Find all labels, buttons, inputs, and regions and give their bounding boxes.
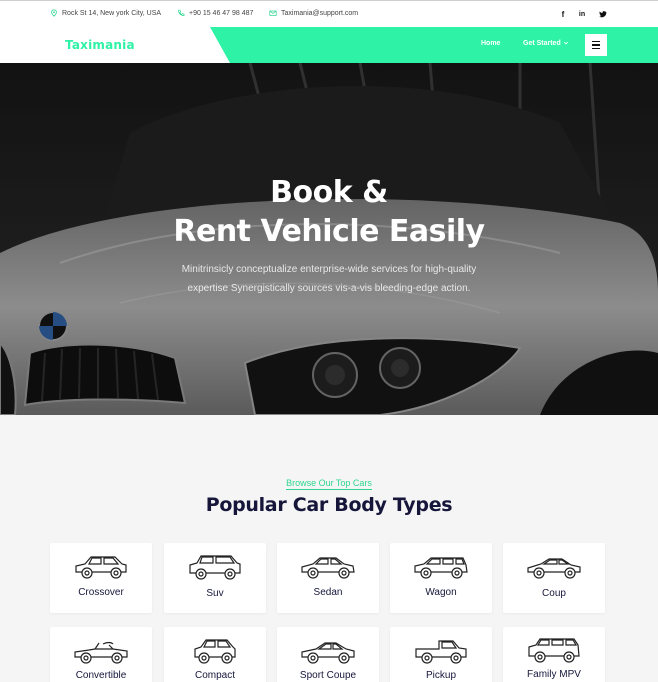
- sport-coupe-car-icon: [301, 642, 355, 664]
- linkedin-icon[interactable]: in: [576, 8, 588, 20]
- coupe-car-icon: [527, 558, 581, 579]
- car-type-card-compact[interactable]: Compact: [164, 627, 266, 682]
- wagon-car-icon: [414, 557, 468, 579]
- crossover-car-icon: [75, 556, 127, 579]
- facebook-icon[interactable]: f: [557, 8, 569, 20]
- card-label: Crossover: [78, 587, 124, 598]
- hero-banner: Book & Rent Vehicle Easily Minitrinsicly…: [0, 63, 658, 415]
- hero-subtitle-line2: expertise Synergistically sources vis-a-…: [187, 283, 471, 294]
- hero-subtitle-line1: Minitrinsicly conceptualize enterprise-w…: [181, 264, 477, 275]
- sedan-car-icon: [301, 557, 355, 579]
- phone-text: +90 15 46 47 98 487: [189, 9, 254, 17]
- convertible-car-icon: [74, 641, 128, 664]
- nav-get-started-label: Get Started: [523, 40, 561, 47]
- card-label: Pickup: [425, 670, 456, 681]
- car-type-card-sedan[interactable]: Sedan: [277, 543, 379, 613]
- email-text: Taximania@support.com: [281, 9, 359, 17]
- top-info-bar: Rock St 14, New york City, USA +90 15 46…: [0, 0, 658, 27]
- section-eyebrow: Browse Our Top Cars: [286, 478, 372, 490]
- nav-get-started[interactable]: Get Started: [523, 40, 569, 47]
- card-label: Suv: [206, 588, 224, 599]
- card-label: Sedan: [313, 587, 343, 598]
- car-type-card-coup[interactable]: Coup: [503, 543, 605, 613]
- hamburger-menu-icon[interactable]: [585, 34, 607, 56]
- site-logo[interactable]: Taximania: [65, 38, 135, 52]
- address-info: Rock St 14, New york City, USA: [50, 9, 161, 17]
- card-label: Convertible: [75, 670, 127, 681]
- phone-info[interactable]: +90 15 46 47 98 487: [177, 9, 253, 17]
- location-pin-icon: [51, 9, 57, 17]
- envelope-icon: [269, 10, 277, 16]
- card-label: Wagon: [425, 587, 457, 598]
- car-type-card-family-mpv[interactable]: Family MPV: [503, 627, 605, 682]
- family-mpv-car-icon: [528, 638, 580, 663]
- main-header: Taximania Home Get Started: [0, 27, 658, 63]
- car-type-card-pickup[interactable]: Pickup: [390, 627, 492, 682]
- car-type-card-crossover[interactable]: Crossover: [50, 543, 152, 613]
- phone-icon: [178, 9, 185, 16]
- car-type-card-convertible[interactable]: Convertible: [50, 627, 152, 682]
- address-text: Rock St 14, New york City, USA: [62, 9, 162, 17]
- chevron-down-icon: [563, 41, 568, 45]
- section-title: Popular Car Body Types: [205, 494, 453, 516]
- car-type-card-sport-coupe[interactable]: Sport Coupe: [277, 627, 379, 682]
- suv-car-icon: [189, 555, 241, 580]
- hero-title-line1: Book &: [270, 175, 388, 210]
- nav-home[interactable]: Home: [481, 40, 500, 47]
- hero-title-line2: Rent Vehicle Easily: [173, 214, 485, 249]
- car-type-card-suv[interactable]: Suv: [164, 543, 266, 613]
- card-label: Sport Coupe: [299, 670, 357, 681]
- twitter-icon[interactable]: [597, 8, 609, 20]
- card-label: Compact: [194, 670, 235, 681]
- card-label: Coup: [542, 588, 566, 599]
- car-type-card-wagon[interactable]: Wagon: [390, 543, 492, 613]
- pickup-truck-icon: [415, 640, 467, 664]
- compact-car-icon: [194, 639, 236, 664]
- card-label: Family MPV: [527, 669, 581, 680]
- email-info[interactable]: Taximania@support.com: [269, 9, 358, 17]
